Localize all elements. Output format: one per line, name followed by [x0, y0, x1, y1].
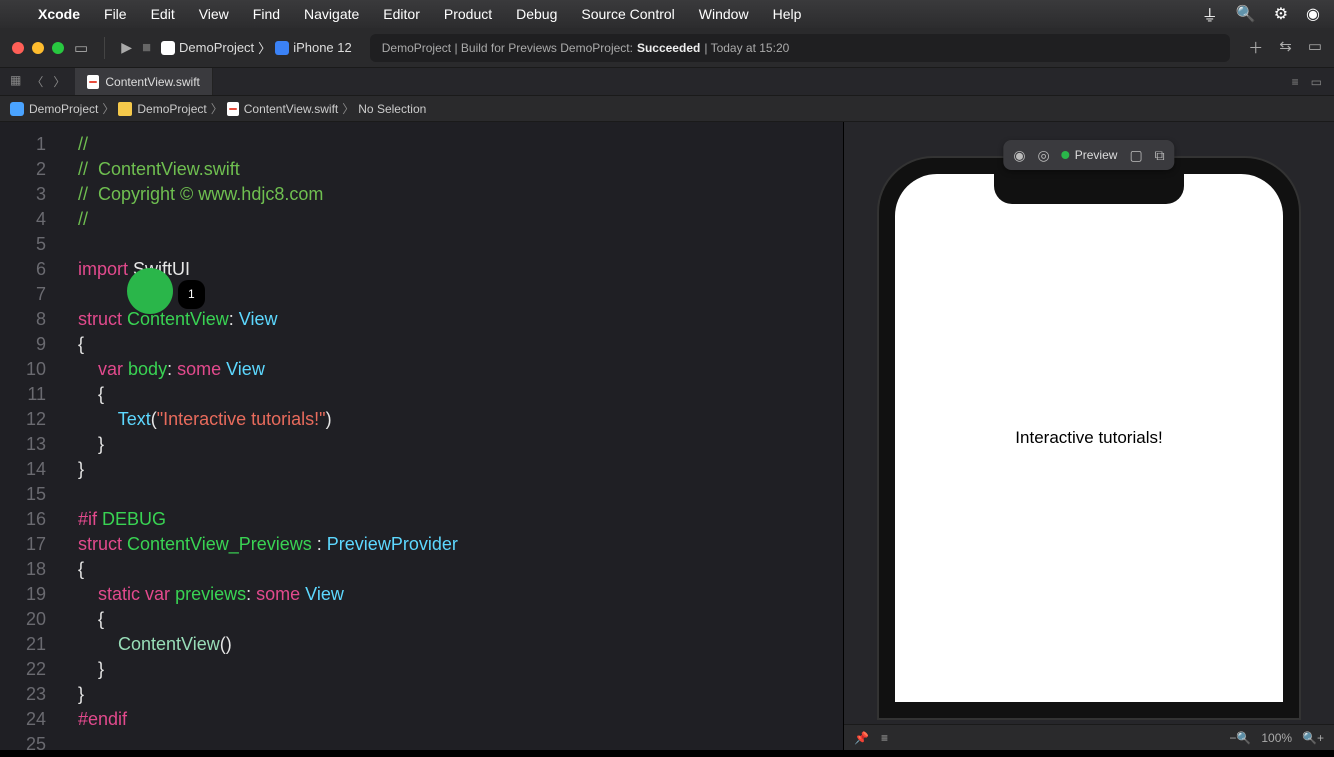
chevron-right-icon: 〉 [211, 100, 223, 117]
macos-menubar: Xcode File Edit View Find Navigate Edito… [0, 0, 1334, 28]
preview-bottom-bar: 📌 ≡ −🔍 100% 🔍+ [844, 724, 1334, 750]
code-editor[interactable]: 1 12345678910111213141516171819202122232… [0, 122, 843, 750]
device-icon [275, 41, 289, 55]
status-dot-icon [1062, 151, 1070, 159]
toggle-navigator-icon[interactable]: ▭ [74, 39, 88, 57]
zoom-in-icon[interactable]: 🔍+ [1302, 731, 1324, 745]
zoom-out-icon[interactable]: −🔍 [1229, 731, 1251, 745]
crumb-folder[interactable]: DemoProject [118, 102, 206, 116]
chevron-right-icon: 〉 [102, 100, 114, 117]
crumb-project[interactable]: DemoProject [10, 102, 98, 116]
swift-file-icon [227, 102, 239, 116]
zoom-button[interactable] [52, 42, 64, 54]
inspect-icon[interactable]: ◎ [1038, 147, 1050, 164]
app-icon [161, 41, 175, 55]
device-notch [994, 174, 1184, 204]
live-preview-icon[interactable]: ◉ [1013, 147, 1025, 164]
preview-text-label: Interactive tutorials! [1015, 428, 1162, 448]
crumb-selection[interactable]: No Selection [358, 102, 426, 116]
menu-product[interactable]: Product [444, 6, 492, 22]
preview-canvas: ◉ ◎ Preview ▢ ⧉ Interactive tutorials! 📌… [843, 122, 1334, 750]
scheme-selector[interactable]: DemoProject 〉 iPhone 12 [161, 38, 352, 57]
control-center-icon[interactable]: ⚙︎ [1274, 4, 1288, 24]
add-icon[interactable]: ＋ [1248, 37, 1263, 58]
minimap-icon[interactable]: ≡ [1292, 75, 1299, 89]
line-gutter: 1234567891011121314151617181920212223242… [0, 132, 60, 757]
preview-mode-button[interactable]: Preview [1062, 148, 1118, 162]
project-icon [10, 102, 24, 116]
menu-debug[interactable]: Debug [516, 6, 557, 22]
stop-button[interactable]: ■ [142, 39, 151, 56]
run-button[interactable]: ▶ [121, 39, 132, 56]
device-screen[interactable]: Interactive tutorials! [895, 174, 1283, 702]
folder-icon [118, 102, 132, 116]
xcode-toolbar: ▭ ▶ ■ DemoProject 〉 iPhone 12 DemoProjec… [0, 28, 1334, 68]
crumb-file[interactable]: ContentView.swift [227, 102, 339, 116]
spotlight-icon[interactable]: 🔍 [1236, 4, 1256, 24]
adjust-editor-icon[interactable]: ▭ [1311, 75, 1322, 89]
tab-label: ContentView.swift [105, 75, 200, 89]
zoom-level[interactable]: 100% [1261, 731, 1292, 745]
wifi-icon[interactable]: ⏚ [1202, 2, 1218, 26]
app-menu[interactable]: Xcode [38, 6, 80, 22]
scheme-project-label: DemoProject [179, 40, 254, 55]
code-review-icon[interactable]: ⇆ [1279, 37, 1292, 58]
close-button[interactable] [12, 42, 24, 54]
cursor-badge: 1 [178, 280, 205, 309]
swift-file-icon [87, 75, 99, 89]
activity-viewer[interactable]: DemoProject | Build for Previews DemoPro… [370, 34, 1230, 62]
menu-file[interactable]: File [104, 6, 127, 22]
tab-contentview[interactable]: ContentView.swift [75, 68, 213, 95]
scheme-device-label: iPhone 12 [293, 40, 352, 55]
separator [104, 37, 105, 59]
preview-toolbar: ◉ ◎ Preview ▢ ⧉ [1003, 140, 1174, 170]
status-result: Succeeded [637, 41, 700, 55]
workspace: 1 12345678910111213141516171819202122232… [0, 122, 1334, 750]
menu-find[interactable]: Find [253, 6, 280, 22]
menu-edit[interactable]: Edit [151, 6, 175, 22]
adjust-canvas-icon[interactable]: ≡ [881, 731, 888, 745]
related-items-icon[interactable]: ▦ [10, 73, 21, 90]
status-time: | Today at 15:20 [704, 41, 789, 55]
tab-bar: ▦ 〈 〉 ContentView.swift ≡ ▭ [0, 68, 1334, 96]
status-prefix: DemoProject | Build for Previews DemoPro… [382, 41, 633, 55]
code-body[interactable]: // // ContentView.swift // Copyright © w… [78, 132, 458, 757]
jump-bar: DemoProject 〉 DemoProject 〉 ContentView.… [0, 96, 1334, 122]
device-settings-icon[interactable]: ▢ [1129, 147, 1142, 164]
duplicate-preview-icon[interactable]: ⧉ [1155, 147, 1165, 164]
forward-icon[interactable]: 〉 [53, 73, 65, 90]
menu-window[interactable]: Window [699, 6, 749, 22]
phone-frame-wrap: Interactive tutorials! [844, 122, 1334, 724]
menu-source-control[interactable]: Source Control [581, 6, 674, 22]
window-controls [12, 42, 64, 54]
pin-icon[interactable]: 📌 [854, 731, 869, 745]
device-frame: Interactive tutorials! [879, 158, 1299, 718]
menu-navigate[interactable]: Navigate [304, 6, 359, 22]
minimize-button[interactable] [32, 42, 44, 54]
menu-help[interactable]: Help [773, 6, 802, 22]
toggle-inspector-icon[interactable]: ▭ [1308, 37, 1322, 58]
menu-view[interactable]: View [199, 6, 229, 22]
recording-cursor-icon [127, 268, 173, 314]
back-icon[interactable]: 〈 [31, 73, 43, 90]
chevron-right-icon: 〉 [342, 100, 354, 117]
menu-editor[interactable]: Editor [383, 6, 420, 22]
user-icon[interactable]: ◉ [1306, 4, 1320, 24]
chevron-right-icon: 〉 [258, 38, 271, 57]
